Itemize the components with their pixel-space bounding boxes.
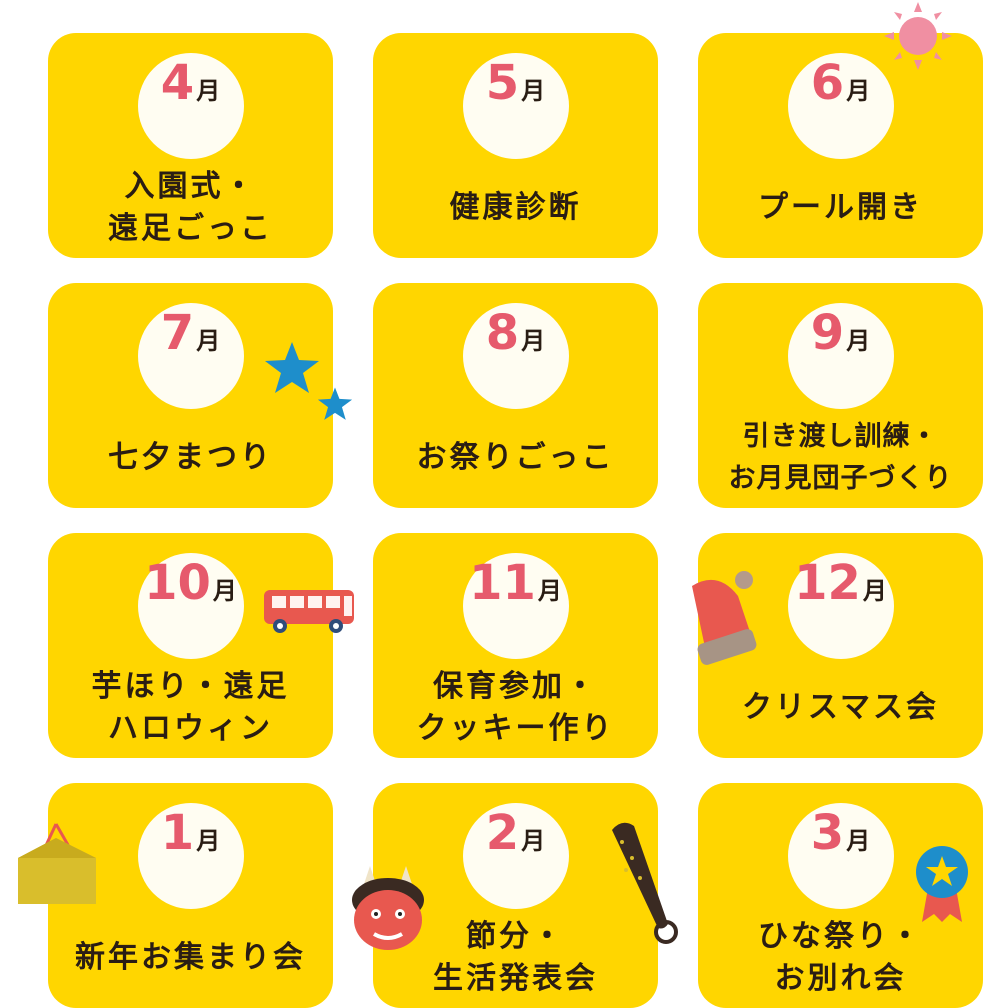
event-text: 保育参加・ クッキー作り [416,669,615,746]
bus-icon [264,590,354,633]
star-icon [317,387,353,420]
sun-icon [884,2,952,70]
medal-icon [916,846,968,922]
event-text: 入園式・ 遠足ごっこ [108,169,273,246]
event-text: 七夕まつり [108,440,273,475]
month-label: 4月 [160,55,221,111]
card-november: 11月 保育参加・ クッキー作り [373,533,658,758]
ema-plaque-icon [18,823,96,904]
event-text: 健康診断 [449,190,582,225]
event-text: お祭りごっこ [416,440,615,475]
month-label: 9月 [810,305,871,361]
star-icon [265,342,319,393]
card-may: 5月 健康診断 [373,33,658,258]
event-text: 引き渡し訓練・ お月見団子づくり [728,421,953,494]
event-text: 芋ほり・遠足 ハロウィン [91,669,290,746]
event-text: 新年お集まり会 [75,940,306,975]
santa-hat-icon [692,571,757,665]
card-august: 8月 お祭りごっこ [373,283,658,508]
card-september: 9月 引き渡し訓練・ お月見団子づくり [698,283,983,508]
card-april: 4月 入園式・ 遠足ごっこ [48,33,333,258]
month-label: 5月 [485,55,546,111]
month-label: 8月 [485,305,546,361]
oni-club-icon [612,822,678,944]
event-text: クリスマス会 [741,690,940,725]
event-text: ひな祭り・ お別れ会 [758,919,923,996]
month-label: 11月 [469,555,562,611]
oni-demon-icon [352,866,424,950]
card-october: 10月 芋ほり・遠足 ハロウィン [48,533,333,758]
event-text: プール開き [758,190,923,225]
